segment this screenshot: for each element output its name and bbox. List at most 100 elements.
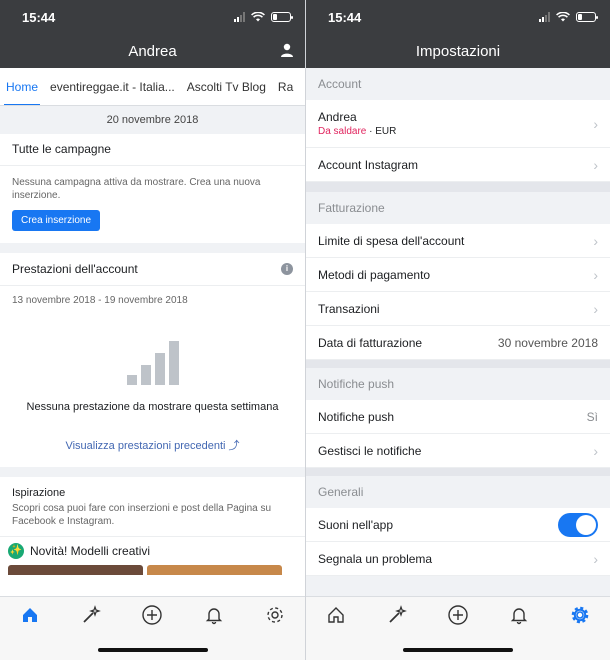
instagram-account-label: Account Instagram (318, 157, 419, 172)
signal-icon (234, 12, 245, 22)
transactions-label: Transazioni (318, 301, 380, 316)
create-ad-button[interactable]: Crea inserzione (12, 210, 101, 231)
magic-wand-icon[interactable] (81, 605, 101, 625)
inspiration-text: Scopri cosa puoi fare con inserzioni e p… (12, 503, 272, 527)
chevron-right-icon: › (593, 550, 598, 567)
account-status: Da saldare (318, 126, 367, 137)
manage-notifications-label: Gestisci le notifiche (318, 443, 422, 458)
transactions-row[interactable]: Transazioni › (306, 292, 610, 326)
thumbnail-image[interactable] (147, 565, 282, 575)
nav-bar: Impostazioni (306, 34, 610, 68)
app-sounds-row: Suoni nell'app (306, 508, 610, 542)
battery-icon (271, 12, 293, 22)
manage-notifications-row[interactable]: Gestisci le notifiche › (306, 434, 610, 468)
tab-ra[interactable]: Ra (272, 68, 299, 105)
performance-card: Prestazioni dell'account i 13 novembre 2… (0, 253, 305, 467)
plus-icon[interactable] (141, 604, 163, 626)
report-problem-row[interactable]: Segnala un problema › (306, 542, 610, 576)
divider (306, 360, 610, 368)
tab-ascolti-tv-blog[interactable]: Ascolti Tv Blog (181, 68, 272, 105)
section-billing-heading: Fatturazione (306, 192, 610, 224)
push-notifications-row[interactable]: Notifiche push Sì (306, 400, 610, 434)
home-indicator (97, 648, 208, 652)
account-row[interactable]: Andrea Da saldare · EUR › (306, 100, 610, 148)
tab-eventireggae[interactable]: eventireggae.it - Italia... (44, 68, 181, 105)
bell-icon[interactable] (204, 605, 224, 625)
account-currency: · EUR (369, 126, 397, 137)
chevron-right-icon: › (593, 266, 598, 283)
template-thumbnails (0, 565, 305, 575)
battery-icon (576, 12, 598, 22)
divider (306, 468, 610, 476)
section-general-heading: Generali (306, 476, 610, 508)
account-name: Andrea (318, 110, 357, 124)
performance-title-text: Prestazioni dell'account (12, 262, 138, 276)
home-icon[interactable] (20, 605, 40, 625)
status-bar: 15:44 (306, 0, 610, 34)
report-problem-label: Segnala un problema (318, 551, 433, 566)
gear-icon[interactable] (265, 605, 285, 625)
divider (306, 182, 610, 192)
promo-creative-templates[interactable]: ✨ Novità! Modelli creativi (0, 536, 305, 565)
screens: 15:44 Andrea Home eventireggae.it - Ital… (0, 0, 610, 660)
page-title: Impostazioni (415, 42, 501, 60)
signal-icon (539, 12, 550, 22)
previous-performance-label: Visualizza prestazioni precedenti (65, 440, 226, 452)
payment-methods-row[interactable]: Metodi di pagamento › (306, 258, 610, 292)
home-indicator (403, 648, 513, 652)
top-bar: 15:44 Andrea (0, 0, 305, 68)
performance-empty-text: Nessuna prestazione da mostrare questa s… (26, 401, 279, 413)
performance-title: Prestazioni dell'account i (0, 253, 305, 286)
instagram-account-row[interactable]: Account Instagram › (306, 148, 610, 182)
promo-label: Novità! Modelli creativi (30, 544, 151, 558)
chevron-right-icon: › (593, 232, 598, 249)
chevron-right-icon: › (593, 156, 598, 173)
chevron-right-icon: › (593, 442, 598, 459)
thumbnail-image[interactable] (8, 565, 143, 575)
settings-screen: 15:44 Impostazioni Account Andrea Da sal… (305, 0, 610, 660)
date-bar: 20 novembre 2018 (0, 106, 305, 134)
billing-date-value: 30 novembre 2018 (497, 335, 598, 350)
app-sounds-label: Suoni nell'app (318, 517, 394, 532)
page-tabs: Home eventireggae.it - Italia... Ascolti… (0, 68, 305, 106)
push-notifications-label: Notifiche push (318, 409, 395, 424)
home-screen: 15:44 Andrea Home eventireggae.it - Ital… (0, 0, 305, 660)
bell-icon[interactable] (509, 605, 529, 625)
campaigns-title: Tutte le campagne (0, 134, 305, 165)
campaigns-empty-text: Nessuna campagna attiva da mostrare. Cre… (12, 177, 261, 201)
chevron-right-icon: › (593, 300, 598, 317)
profile-icon[interactable] (279, 42, 295, 58)
chevron-right-icon: › (593, 115, 598, 132)
tab-home[interactable]: Home (0, 68, 44, 105)
section-account-heading: Account (306, 68, 610, 100)
page-title: Andrea (128, 42, 177, 60)
divider (0, 467, 305, 477)
bottom-tab-bar (306, 596, 610, 660)
wifi-icon (251, 12, 265, 22)
campaigns-card: Tutte le campagne Nessuna campagna attiv… (0, 134, 305, 243)
nav-bar: Andrea (0, 34, 305, 68)
trend-icon: ⤴ (228, 440, 240, 452)
magic-wand-icon[interactable] (387, 605, 407, 625)
status-icons (234, 12, 293, 22)
push-notifications-value: Sì (586, 409, 598, 424)
magic-wand-icon: ✨ (8, 543, 24, 559)
divider (0, 243, 305, 253)
status-time: 15:44 (328, 9, 362, 25)
status-icons (539, 12, 598, 22)
app-sounds-toggle[interactable] (558, 512, 598, 537)
inspiration-title: Ispirazione (12, 487, 66, 499)
previous-performance-link[interactable]: Visualizza prestazioni precedenti ⤴ (0, 437, 305, 467)
gear-icon[interactable] (570, 605, 590, 625)
bottom-tab-bar (0, 596, 305, 660)
billing-date-label: Data di fatturazione (318, 335, 423, 350)
spend-limit-row[interactable]: Limite di spesa dell'account › (306, 224, 610, 258)
performance-date-range: 13 novembre 2018 - 19 novembre 2018 (12, 295, 188, 306)
plus-icon[interactable] (447, 604, 469, 626)
info-icon[interactable]: i (281, 263, 293, 275)
spend-limit-label: Limite di spesa dell'account (318, 233, 465, 248)
home-icon[interactable] (326, 605, 346, 625)
payment-methods-label: Metodi di pagamento (318, 267, 431, 282)
status-time: 15:44 (22, 9, 56, 25)
bar-chart-icon (0, 339, 305, 385)
